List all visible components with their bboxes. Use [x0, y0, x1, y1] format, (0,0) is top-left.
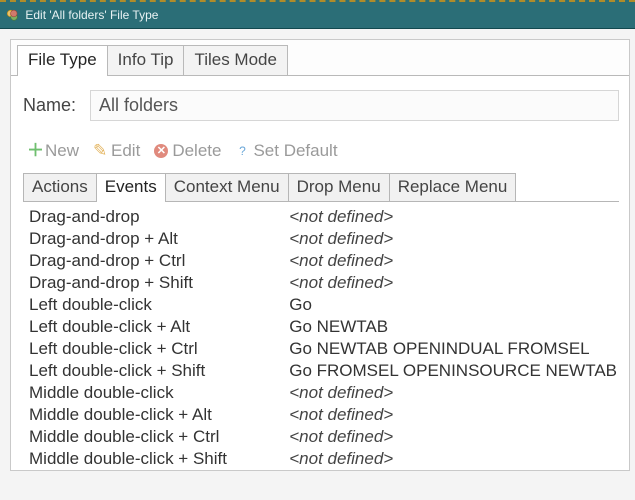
table-row[interactable]: Left double-click + ShiftGo FROMSEL OPEN…	[27, 360, 619, 382]
event-action: <not defined>	[287, 206, 619, 228]
table-row[interactable]: Middle double-click + Ctrl<not defined>	[27, 426, 619, 448]
event-action: Go NEWTAB	[287, 316, 619, 338]
inner-tab-replace-menu[interactable]: Replace Menu	[389, 173, 517, 201]
table-row[interactable]: Left double-click + CtrlGo NEWTAB OPENIN…	[27, 338, 619, 360]
events-table: Drag-and-drop<not defined>Drag-and-drop …	[27, 206, 619, 470]
outer-tab-body: Name: ＋ New ✎ Edit ✕ Delete ? Set Defaul…	[11, 75, 629, 470]
events-pane: Drag-and-drop<not defined>Drag-and-drop …	[23, 201, 619, 470]
plus-icon: ＋	[27, 144, 41, 158]
event-name: Left double-click	[27, 294, 287, 316]
event-name: Middle double-click + Alt	[27, 404, 287, 426]
table-row[interactable]: Drag-and-drop + Alt<not defined>	[27, 228, 619, 250]
event-name: Middle double-click + Ctrl	[27, 426, 287, 448]
event-name: Drag-and-drop + Ctrl	[27, 250, 287, 272]
table-row[interactable]: Drag-and-drop + Shift<not defined>	[27, 272, 619, 294]
event-action: <not defined>	[287, 272, 619, 294]
event-action: <not defined>	[287, 250, 619, 272]
set-default-button-label: Set Default	[253, 141, 337, 161]
event-action: Go FROMSEL OPENINSOURCE NEWTAB	[287, 360, 619, 382]
window-titlebar: Edit 'All folders' File Type	[0, 0, 635, 29]
event-action: <not defined>	[287, 382, 619, 404]
new-button-label: New	[45, 141, 79, 161]
help-icon: ?	[235, 144, 249, 158]
tab-label: Events	[105, 177, 157, 196]
inner-tab-context-menu[interactable]: Context Menu	[165, 173, 289, 201]
event-action: Go	[287, 294, 619, 316]
event-name: Middle double-click + Shift	[27, 448, 287, 470]
app-icon	[6, 4, 18, 16]
tab-label: File Type	[28, 50, 97, 69]
event-action: Go NEWTAB OPENINDUAL FROMSEL	[287, 338, 619, 360]
tab-label: Drop Menu	[297, 177, 381, 196]
edit-button-label: Edit	[111, 141, 140, 161]
name-label: Name:	[23, 95, 76, 116]
tab-label: Actions	[32, 177, 88, 196]
pencil-icon: ✎	[93, 144, 107, 158]
inner-tab-actions[interactable]: Actions	[23, 173, 97, 201]
table-row[interactable]: Middle double-click + Alt<not defined>	[27, 404, 619, 426]
new-button[interactable]: ＋ New	[27, 141, 79, 161]
table-row[interactable]: Drag-and-drop<not defined>	[27, 206, 619, 228]
event-action: <not defined>	[287, 448, 619, 470]
table-row[interactable]: Left double-clickGo	[27, 294, 619, 316]
delete-icon: ✕	[154, 144, 168, 158]
table-row[interactable]: Left double-click + AltGo NEWTAB	[27, 316, 619, 338]
inner-tab-drop-menu[interactable]: Drop Menu	[288, 173, 390, 201]
table-row[interactable]: Middle double-click<not defined>	[27, 382, 619, 404]
edit-button[interactable]: ✎ Edit	[93, 141, 140, 161]
client-area: File Type Info Tip Tiles Mode Name: ＋ Ne…	[10, 39, 630, 471]
window-title: Edit 'All folders' File Type	[25, 8, 158, 22]
tab-info-tip[interactable]: Info Tip	[107, 45, 185, 75]
event-name: Left double-click + Ctrl	[27, 338, 287, 360]
name-input[interactable]	[90, 90, 619, 121]
tab-label: Context Menu	[174, 177, 280, 196]
delete-button[interactable]: ✕ Delete	[154, 141, 221, 161]
outer-tab-strip: File Type Info Tip Tiles Mode	[11, 40, 629, 75]
set-default-button[interactable]: ? Set Default	[235, 141, 337, 161]
event-action: <not defined>	[287, 228, 619, 250]
inner-tab-events[interactable]: Events	[96, 173, 166, 202]
event-name: Drag-and-drop	[27, 206, 287, 228]
tab-label: Tiles Mode	[194, 50, 277, 69]
tab-file-type[interactable]: File Type	[17, 45, 108, 76]
event-action: <not defined>	[287, 426, 619, 448]
table-row[interactable]: Middle double-click + Shift<not defined>	[27, 448, 619, 470]
event-name: Left double-click + Shift	[27, 360, 287, 382]
event-name: Drag-and-drop + Shift	[27, 272, 287, 294]
tab-label: Info Tip	[118, 50, 174, 69]
table-row[interactable]: Drag-and-drop + Ctrl<not defined>	[27, 250, 619, 272]
event-name: Middle double-click	[27, 382, 287, 404]
inner-tab-strip: Actions Events Context Menu Drop Menu Re…	[23, 173, 619, 201]
name-row: Name:	[23, 90, 619, 121]
tab-tiles-mode[interactable]: Tiles Mode	[183, 45, 288, 75]
event-name: Left double-click + Alt	[27, 316, 287, 338]
event-action: <not defined>	[287, 404, 619, 426]
toolbar: ＋ New ✎ Edit ✕ Delete ? Set Default	[23, 141, 619, 173]
tab-label: Replace Menu	[398, 177, 508, 196]
delete-button-label: Delete	[172, 141, 221, 161]
event-name: Drag-and-drop + Alt	[27, 228, 287, 250]
